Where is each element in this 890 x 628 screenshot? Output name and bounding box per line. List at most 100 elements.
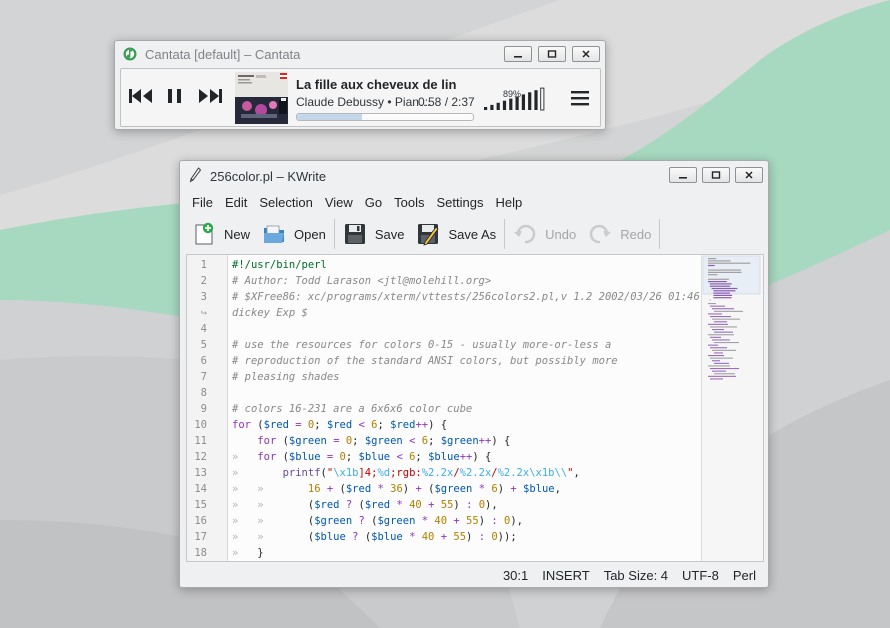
line-number: 7 — [200, 371, 207, 383]
line-number: 10 — [194, 419, 207, 431]
code-line[interactable]: dickey Exp $ — [232, 305, 308, 321]
cantata-app-icon — [123, 47, 137, 61]
open-button[interactable]: Open — [256, 217, 332, 251]
pause-icon[interactable] — [165, 87, 185, 105]
window-title: 256color.pl – KWrite — [210, 169, 327, 184]
code-line[interactable]: # pleasing shades — [232, 369, 339, 385]
menu-selection[interactable]: Selection — [253, 195, 318, 210]
code-line[interactable]: #!/usr/bin/perl — [232, 257, 327, 273]
cursor-position[interactable]: 30:1 — [503, 568, 528, 583]
line-number: 2 — [200, 275, 207, 287]
undo-label: Undo — [545, 226, 577, 242]
minimap-line — [710, 378, 723, 380]
line-number: 1 — [200, 259, 207, 271]
menu-file[interactable]: File — [186, 195, 219, 210]
code-line[interactable]: » » ($green ? ($green * 40 + 55) : 0), — [232, 513, 523, 529]
minimap-line — [710, 336, 721, 338]
code-line[interactable]: for ($green = 0; $green < 6; $green++) { — [232, 433, 510, 449]
previous-track-icon[interactable] — [128, 87, 154, 105]
close-button[interactable] — [735, 167, 763, 183]
save-as-icon — [418, 224, 439, 246]
menubar: File Edit Selection View Go Tools Settin… — [180, 191, 528, 213]
minimap-line — [708, 278, 729, 280]
track-artist: Claude Debussy • Pian… — [296, 95, 431, 109]
code-line[interactable]: » printf("\x1b]4;%d;rgb:%2.2x/%2.2x/%2.2… — [232, 465, 580, 481]
undo-button[interactable]: Undo — [507, 217, 582, 251]
minimap-scrollbar[interactable] — [701, 255, 763, 561]
volume-label: 89% — [503, 89, 522, 99]
code-line[interactable]: # reproduction of the standard ANSI colo… — [232, 353, 618, 369]
code-line[interactable]: » } — [232, 545, 264, 561]
minimap-line — [708, 334, 734, 336]
minimize-button[interactable] — [669, 167, 697, 183]
minimap-line — [714, 331, 733, 333]
minimap-line — [708, 375, 736, 377]
kwrite-app-icon — [189, 167, 202, 183]
new-button[interactable]: New — [186, 217, 256, 251]
maximize-button[interactable] — [702, 167, 730, 183]
status-bar: 30:1 INSERT Tab Size: 4 UTF-8 Perl — [180, 565, 766, 585]
minimap-line — [713, 292, 730, 294]
line-number: 17 — [194, 531, 207, 543]
line-number: 18 — [194, 547, 207, 559]
line-number: 6 — [200, 355, 207, 367]
next-track-icon[interactable] — [197, 87, 223, 105]
line-number: 3 — [200, 291, 207, 303]
toolbar-separator — [333, 219, 335, 249]
input-mode[interactable]: INSERT — [542, 568, 589, 583]
minimap-line — [710, 357, 733, 359]
menu-go[interactable]: Go — [359, 195, 388, 210]
volume-bar — [484, 107, 488, 110]
hamburger-menu-icon[interactable] — [570, 90, 590, 106]
minimap-line — [708, 365, 730, 367]
save-as-label: Save As — [448, 226, 497, 242]
kwrite-window: 256color.pl – KWrite File Edit Selection… — [179, 160, 769, 588]
menu-help[interactable]: Help — [489, 195, 528, 210]
text-editor[interactable]: 1 2 3 ↪ 4 5 6 7 8 9 10 11 12 13 14 15 16 17 18 #!/usr/bin/… — [186, 254, 764, 562]
menu-view[interactable]: View — [319, 195, 359, 210]
syntax-mode[interactable]: Perl — [733, 568, 756, 583]
code-line[interactable]: » for ($blue = 0; $blue < 6; $blue++) { — [232, 449, 491, 465]
maximize-icon — [547, 50, 557, 58]
minimap-line — [710, 316, 731, 318]
line-number: 4 — [200, 323, 207, 335]
menu-tools[interactable]: Tools — [388, 195, 430, 210]
code-line[interactable]: for ($red = 0; $red < 6; $red++) { — [232, 417, 447, 433]
tab-size[interactable]: Tab Size: 4 — [604, 568, 668, 583]
code-line[interactable]: # colors 16-231 are a 6x6x6 color cube — [232, 401, 472, 417]
player-panel: La fille aux cheveux de lin Claude Debus… — [120, 68, 601, 127]
menu-settings[interactable]: Settings — [431, 195, 490, 210]
minimize-button[interactable] — [504, 46, 532, 62]
code-line[interactable]: » » ($red ? ($red * 40 + 55) : 0), — [232, 497, 498, 513]
code-line[interactable]: » » 16 + ($red * 36) + ($green * 6) + $b… — [232, 481, 561, 497]
encoding[interactable]: UTF-8 — [682, 568, 719, 583]
save-as-button[interactable]: Save As — [410, 217, 502, 251]
minimize-icon — [514, 56, 522, 58]
minimap-line — [708, 281, 727, 283]
minimap-line — [708, 271, 742, 273]
minimap-line — [710, 347, 727, 349]
open-folder-icon — [264, 225, 285, 243]
redo-button[interactable]: Redo — [582, 217, 657, 251]
menu-edit[interactable]: Edit — [219, 195, 253, 210]
track-title: La fille aux cheveux de lin — [296, 77, 457, 92]
minimap-line — [714, 310, 743, 312]
volume-bar — [502, 100, 507, 110]
save-icon — [344, 224, 365, 244]
code-line[interactable]: # Author: Todd Larason <jtl@molehill.org… — [232, 273, 491, 289]
kwrite-titlebar[interactable]: 256color.pl – KWrite — [180, 161, 768, 187]
maximize-button[interactable] — [538, 46, 566, 62]
close-button[interactable] — [572, 46, 600, 62]
line-number: 9 — [200, 403, 207, 415]
minimap-line — [712, 318, 740, 320]
save-button[interactable]: Save — [337, 217, 411, 251]
code-line[interactable]: # $XFree86: xc/programs/xterm/vttests/25… — [232, 289, 719, 305]
code-line[interactable]: # use the resources for colors 0-15 - us… — [232, 337, 611, 353]
line-number: 15 — [194, 499, 207, 511]
minimap-line — [708, 344, 718, 346]
cantata-titlebar[interactable]: Cantata [default] – Cantata — [115, 41, 605, 67]
minimap-line — [708, 323, 728, 325]
track-progress-bar[interactable] — [296, 113, 474, 121]
code-line[interactable]: » » ($blue ? ($blue * 40 + 55) : 0)); — [232, 529, 517, 545]
volume-bar — [496, 102, 500, 110]
